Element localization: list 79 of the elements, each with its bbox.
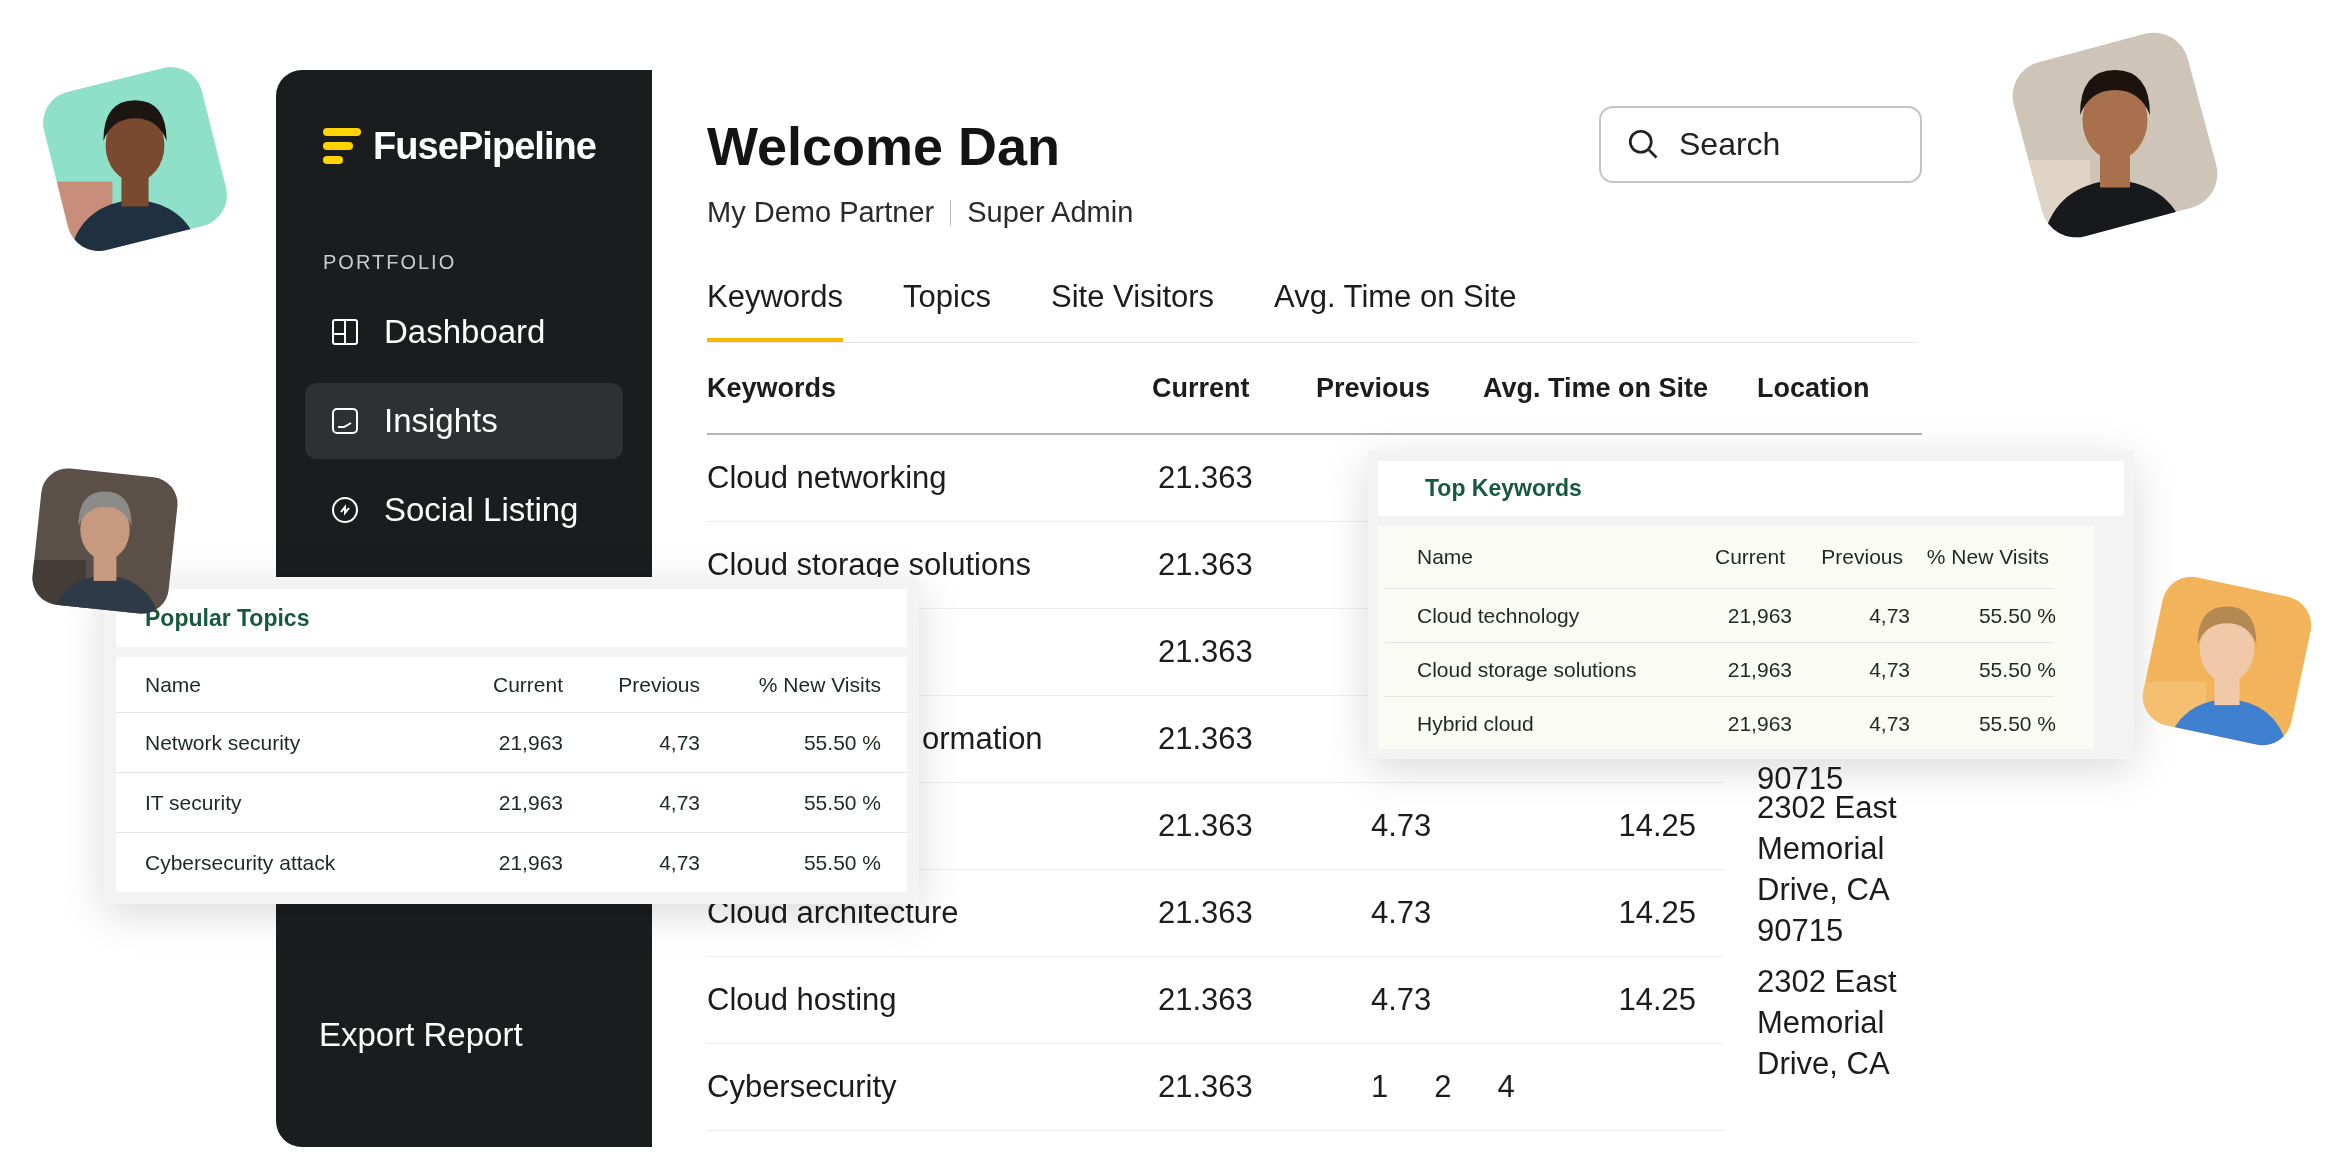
table-cell-text: 4,73 — [658, 789, 700, 816]
table-cell-text: Hybrid cloud — [1416, 710, 1535, 737]
table-cell-text: 21.363 — [1158, 1067, 1253, 1106]
column-header: Previous — [1316, 371, 1432, 405]
tab[interactable]: Keywords — [707, 274, 844, 342]
table-cell-text: 55.50 % — [1977, 710, 2056, 737]
signal-icon — [330, 495, 360, 525]
layout-icon — [330, 317, 360, 347]
keyword-cell-text: Cybersecurity — [707, 1067, 897, 1106]
table-cell-text: Cloud technology — [1416, 602, 1581, 629]
table-cell-text: IT security — [144, 789, 243, 816]
table-cell-text: 14.25 — [1618, 806, 1696, 845]
table-cell-text: 21,963 — [1726, 710, 1792, 737]
table-cell-text: 21,963 — [1726, 602, 1792, 629]
table-cell-text: 21.363 — [1158, 980, 1253, 1019]
tab[interactable]: Topics — [903, 274, 991, 342]
table-cell-text: Cloud storage solutions — [1416, 656, 1638, 683]
location-cell-text: 2302 East Memorial Drive, CA — [1757, 963, 1898, 1083]
table-cell-text: 21.363 — [1158, 545, 1253, 584]
table-cell-text: 14.25 — [1618, 980, 1696, 1019]
table-cell-text: 4,73 — [1868, 710, 1910, 737]
table-cell-text: 21.363 — [1158, 632, 1253, 671]
nav-item[interactable]: Insights — [305, 383, 623, 459]
logo-icon — [323, 128, 361, 164]
user-role: Super Admin — [967, 195, 1134, 231]
column-header: % New Visits — [757, 671, 881, 698]
table-cell-text: 4.73 — [1371, 806, 1432, 845]
keyword-cell-text: Cloud storage solutions — [707, 545, 1031, 584]
table-cell-text: 14.25 — [1618, 893, 1696, 932]
chart-icon — [330, 406, 360, 436]
table-cell-text: 4,73 — [1868, 602, 1910, 629]
column-header: Current — [1152, 371, 1251, 405]
table-cell-text: 4,73 — [1868, 656, 1910, 683]
table-cell-text: 55.50 % — [1977, 602, 2056, 629]
page-link[interactable]: 2 — [1434, 1063, 1452, 1111]
column-header: Location — [1756, 371, 1871, 405]
column-header: Current — [491, 671, 563, 698]
table-cell-text: 21,963 — [497, 729, 563, 756]
page-link[interactable]: 1 — [1371, 1063, 1389, 1111]
keyword-cell-text: Cloud hosting — [707, 980, 897, 1019]
table-cell-text: 21,963 — [497, 849, 563, 876]
table-cell-text: 21.363 — [1158, 719, 1253, 758]
column-header: Avg. Time on Site — [1483, 371, 1710, 405]
table-cell-text: 4.73 — [1371, 893, 1432, 932]
search-field[interactable]: Search — [1599, 106, 1922, 183]
card-title: Popular Topics — [145, 603, 310, 633]
logo-text: FusePipeline — [373, 123, 596, 169]
page-link[interactable]: 4 — [1497, 1063, 1515, 1111]
organization-name: My Demo Partner — [707, 195, 935, 231]
keyword-cell-text: Cloud networking — [707, 458, 947, 497]
column-header: Keywords — [707, 371, 838, 405]
nav-item[interactable]: Social Listing — [305, 472, 623, 548]
column-header: % New Visits — [1925, 544, 2049, 571]
keyword-cell-text: ormation — [922, 719, 1043, 758]
table-cell-text: Network security — [144, 729, 302, 756]
table-cell-text: 4,73 — [658, 729, 700, 756]
column-header: Current — [1713, 544, 1785, 571]
table-cell-text: 21.363 — [1158, 458, 1253, 497]
table-cell-text: 55.50 % — [802, 849, 881, 876]
column-header: Name — [144, 671, 203, 698]
table-cell-text: 21,963 — [497, 789, 563, 816]
tab[interactable]: Site Visitors — [1051, 274, 1215, 342]
table-cell-text: 4,73 — [658, 849, 700, 876]
card-title: Top Keywords — [1425, 474, 1582, 504]
section-label: PORTFOLIO — [322, 250, 458, 274]
tab[interactable]: Avg. Time on Site — [1274, 274, 1517, 342]
column-header: Previous — [617, 671, 700, 698]
nav-item[interactable]: Dashboard — [305, 294, 623, 370]
table-cell-text: 55.50 % — [1977, 656, 2056, 683]
table-cell-text: 21.363 — [1158, 893, 1253, 932]
table-cell-text: Cybersecurity attack — [144, 849, 337, 876]
table-cell-text: 21.363 — [1158, 806, 1253, 845]
table-cell-text: 4.73 — [1371, 980, 1432, 1019]
table-cell-text: 21,963 — [1726, 656, 1792, 683]
column-header: Name — [1416, 544, 1475, 571]
table-cell-text: 55.50 % — [802, 789, 881, 816]
table-cell-text: 55.50 % — [802, 729, 881, 756]
column-header: Previous — [1820, 544, 1903, 571]
welcome-title: Welcome Dan — [707, 115, 1062, 177]
